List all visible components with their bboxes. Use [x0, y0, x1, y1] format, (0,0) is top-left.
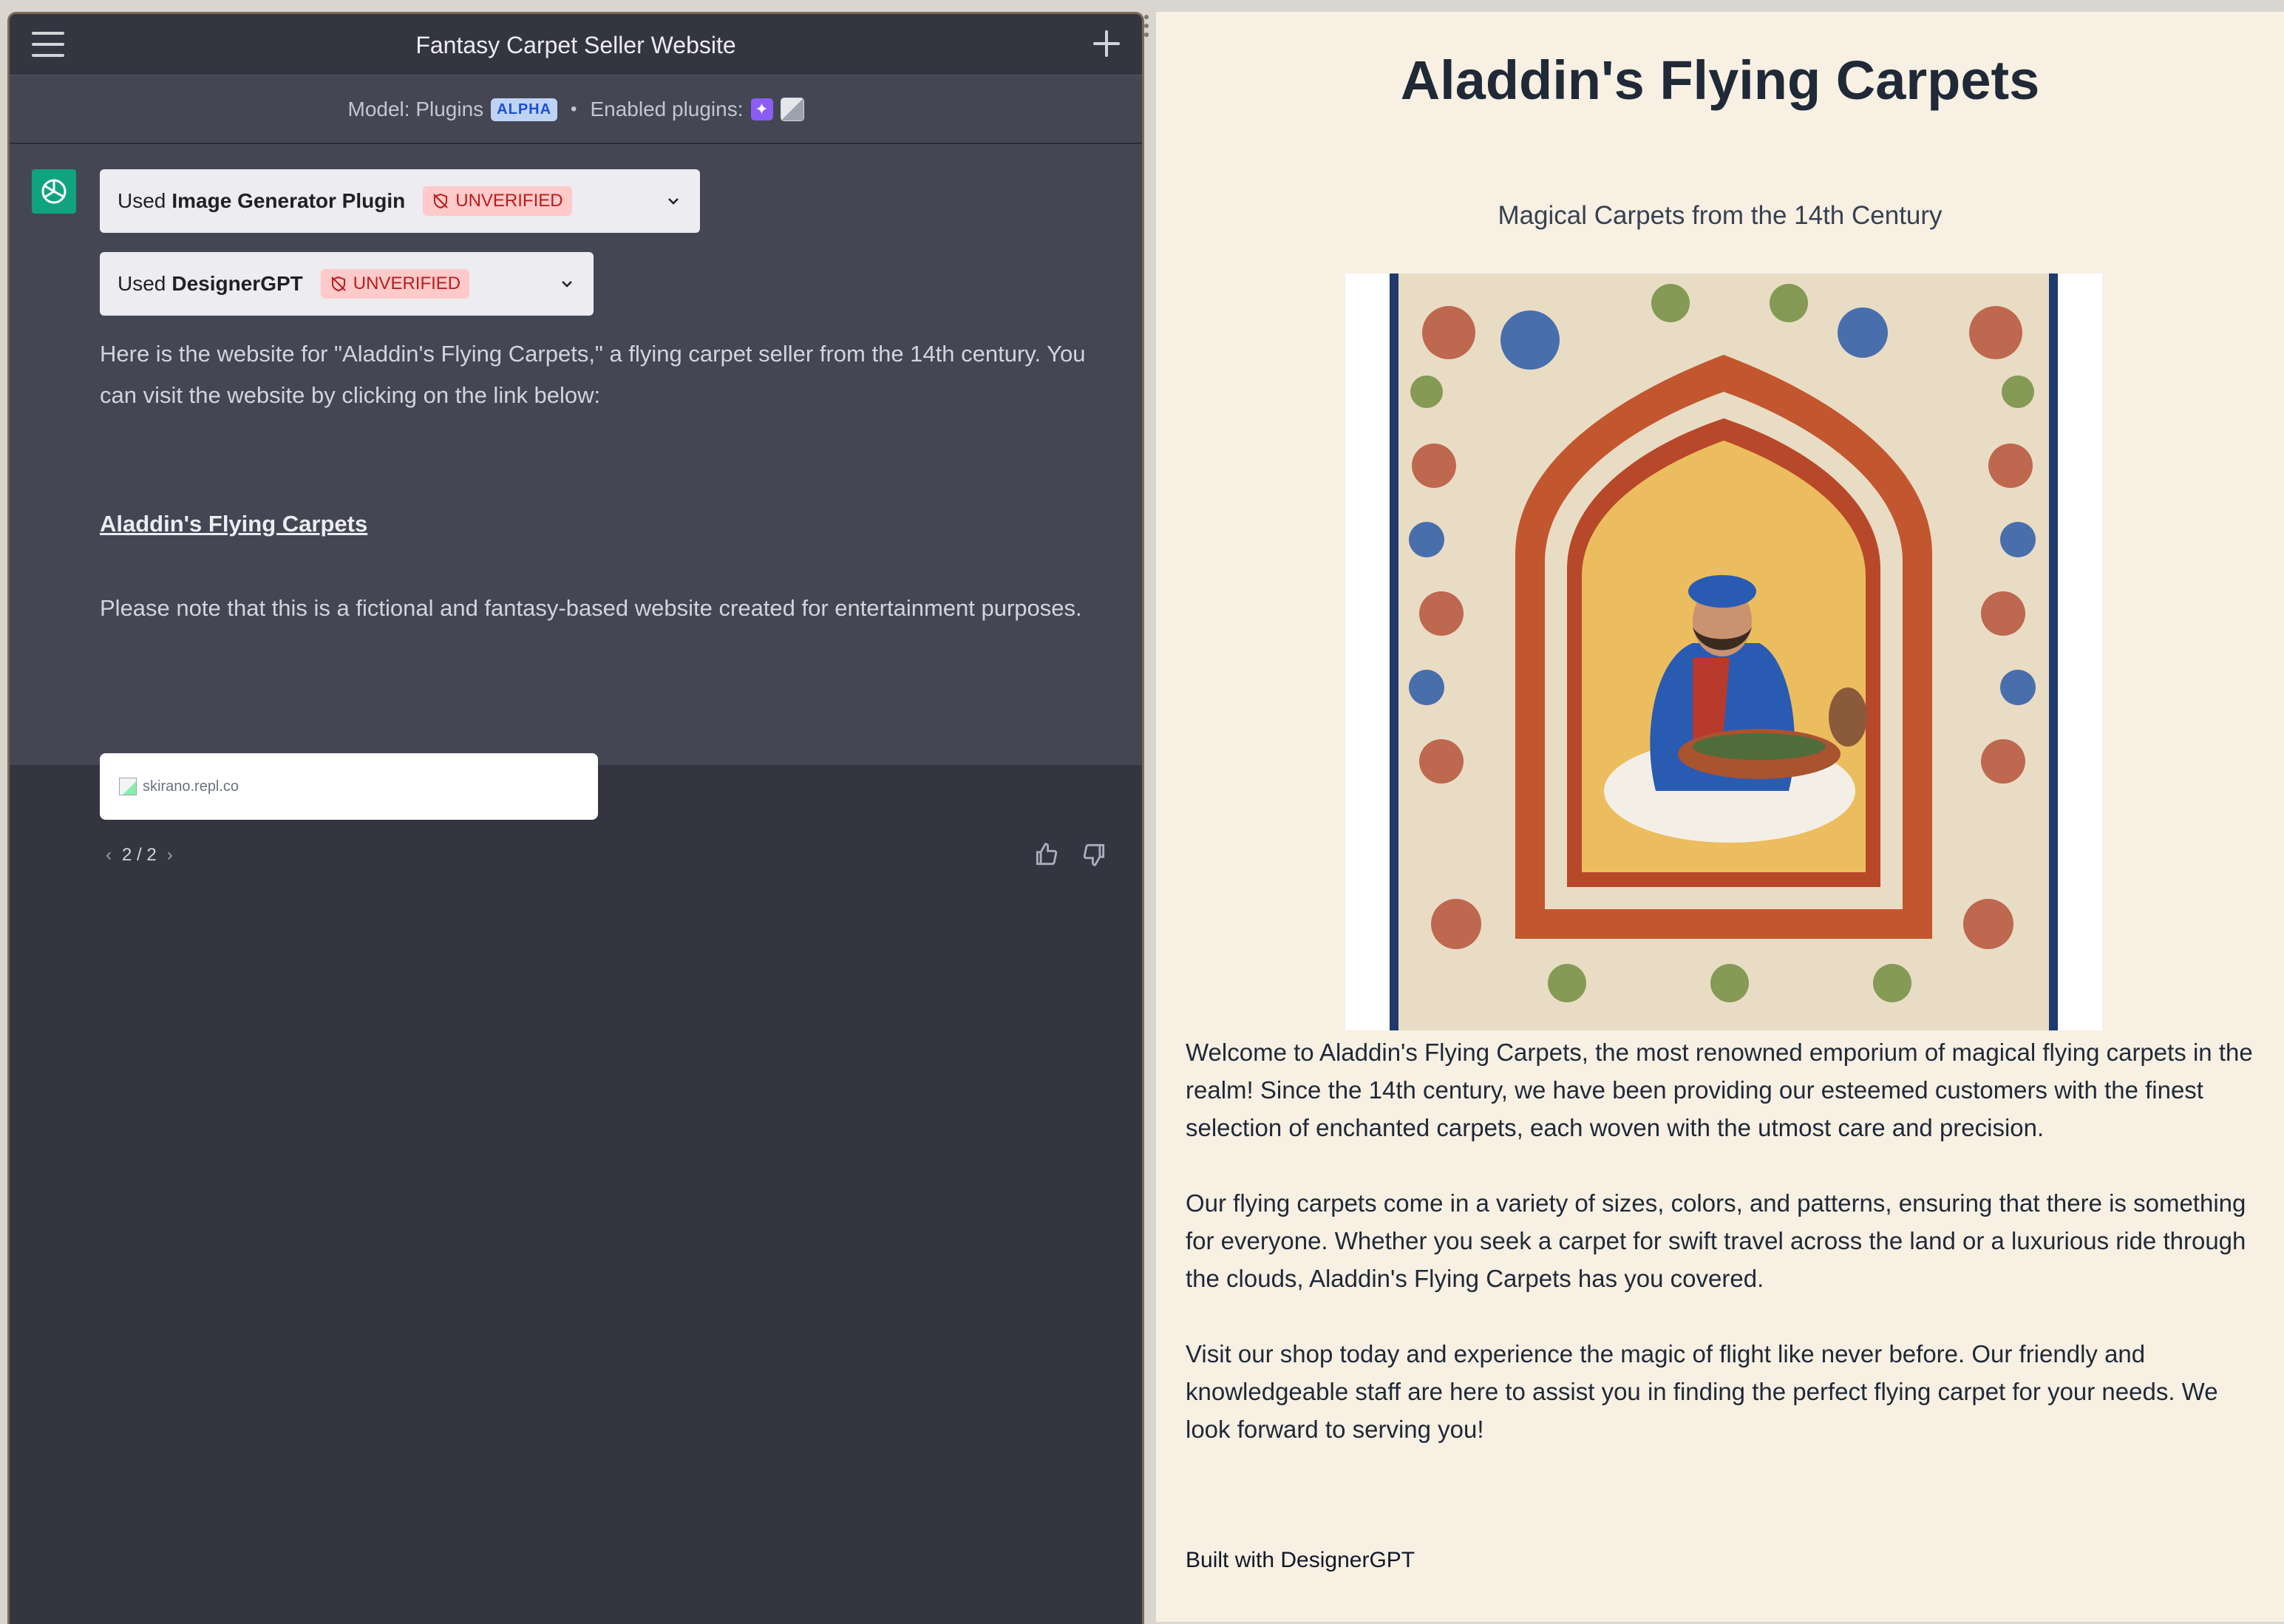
site-paragraph-1: Welcome to Aladdin's Flying Carpets, the…	[1186, 1039, 2253, 1141]
model-label: Model: Plugins	[347, 98, 484, 120]
site-paragraph-2: Our flying carpets come in a variety of …	[1186, 1189, 2246, 1292]
separator-dot: •	[571, 99, 577, 119]
message-paragraph-2: Please note that this is a fictional and…	[100, 595, 1082, 621]
chevron-right-icon[interactable]: ›	[167, 845, 173, 866]
chat-window: Fantasy Carpet Seller Website Model: Plu…	[7, 12, 1144, 1624]
plugin-name: DesignerGPT	[171, 272, 303, 295]
model-bar: Model: Plugins ALPHA • Enabled plugins: …	[10, 76, 1142, 144]
alpha-badge: ALPHA	[491, 98, 558, 121]
enabled-plugins-label: Enabled plugins:	[590, 98, 744, 120]
split-drag-handle[interactable]	[1144, 15, 1150, 44]
website-preview: Aladdin's Flying Carpets Magical Carpets…	[1156, 12, 2284, 1622]
response-pager: ‹ 2 / 2 ›	[106, 845, 173, 866]
shield-off-icon	[331, 276, 346, 292]
site-title: Aladdin's Flying Carpets	[1400, 50, 2040, 111]
site-subtitle: Magical Carpets from the 14th Century	[1498, 201, 1943, 230]
image-icon[interactable]	[780, 98, 804, 121]
thumbs-down-icon[interactable]	[1080, 840, 1108, 869]
plugin-used-prefix: Used	[118, 189, 166, 212]
unverified-label: UNVERIFIED	[353, 274, 461, 293]
chevron-down-icon[interactable]	[558, 275, 576, 293]
unverified-badge: UNVERIFIED	[320, 269, 470, 299]
plugin-name: Image Generator Plugin	[171, 189, 406, 212]
broken-image-icon	[119, 778, 137, 795]
thumbs-up-icon[interactable]	[1033, 840, 1061, 869]
shield-off-icon	[433, 193, 448, 209]
message-paragraph-1: Here is the website for "Aladdin's Flyin…	[100, 341, 1086, 408]
plugin-card-designergpt[interactable]: Used DesignerGPT UNVERIFIED	[100, 252, 594, 316]
link-preview-card[interactable]: skirano.repl.co	[100, 753, 598, 820]
plugin-used-prefix: Used	[118, 272, 166, 295]
chevron-down-icon[interactable]	[665, 192, 682, 210]
wand-icon[interactable]: ✦	[750, 98, 773, 120]
plus-icon[interactable]	[1092, 29, 1121, 58]
plugin-card-image-generator[interactable]: Used Image Generator Plugin UNVERIFIED	[100, 169, 700, 233]
openai-logo-icon	[32, 169, 76, 214]
website-link[interactable]: Aladdin's Flying Carpets	[100, 511, 367, 537]
unverified-badge: UNVERIFIED	[423, 186, 572, 216]
site-footer: Built with DesignerGPT	[1186, 1548, 1415, 1572]
carpet-image	[1345, 274, 2102, 1030]
chevron-left-icon[interactable]: ‹	[106, 845, 112, 866]
chat-header: Fantasy Carpet Seller Website	[10, 14, 1142, 76]
site-paragraph-3: Visit our shop today and experience the …	[1186, 1340, 2218, 1443]
pager-count: 2 / 2	[122, 845, 157, 865]
preview-domain: skirano.repl.co	[143, 778, 239, 795]
unverified-label: UNVERIFIED	[455, 191, 563, 211]
assistant-message: Used Image Generator Plugin UNVERIFIED U…	[10, 144, 1142, 866]
chat-title: Fantasy Carpet Seller Website	[415, 32, 736, 58]
